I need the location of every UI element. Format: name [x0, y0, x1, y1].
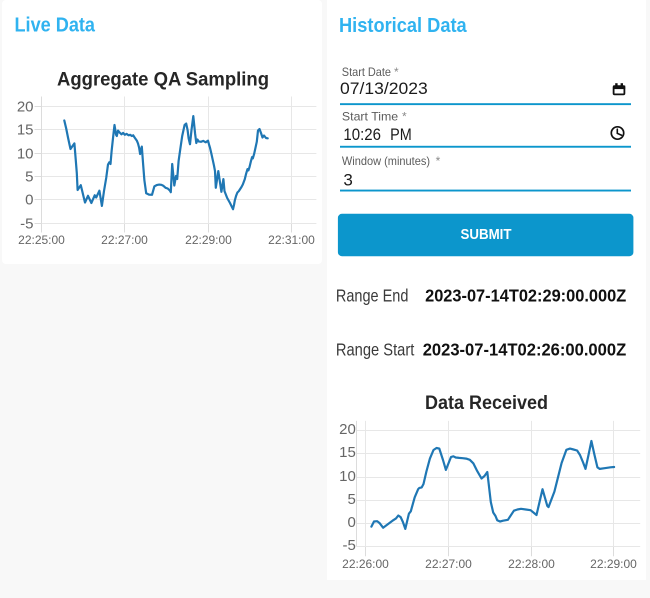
svg-text:2023-07-14T02:26:00.000Z: 2023-07-14T02:26:00.000Z — [423, 340, 627, 360]
svg-text:0: 0 — [347, 514, 355, 531]
svg-text:20: 20 — [339, 421, 356, 438]
svg-text:0: 0 — [25, 191, 33, 208]
svg-text:22:26:00: 22:26:00 — [342, 557, 389, 571]
svg-text:22:27:00: 22:27:00 — [101, 233, 148, 247]
svg-text:-5: -5 — [342, 537, 355, 554]
svg-text:10:26: 10:26 — [343, 125, 381, 144]
svg-text:22:28:00: 22:28:00 — [508, 557, 555, 571]
svg-text:22:27:00: 22:27:00 — [425, 557, 472, 571]
svg-text:Range End: Range End — [336, 286, 409, 306]
svg-text:15: 15 — [339, 444, 356, 461]
svg-text:22:31:00: 22:31:00 — [268, 233, 315, 247]
svg-text:Window (minutes): Window (minutes) — [342, 154, 430, 168]
svg-text:15: 15 — [17, 121, 34, 138]
svg-text:Live Data: Live Data — [15, 14, 96, 37]
svg-text:22:29:00: 22:29:00 — [185, 233, 232, 247]
svg-text:5: 5 — [25, 168, 33, 185]
svg-text:10: 10 — [17, 145, 34, 162]
svg-text:Range Start: Range Start — [336, 340, 415, 360]
svg-text:10: 10 — [339, 468, 356, 485]
svg-text:Data Received: Data Received — [425, 393, 548, 414]
svg-text:SUBMIT: SUBMIT — [461, 226, 512, 243]
svg-text:20: 20 — [17, 98, 34, 115]
svg-text:3: 3 — [343, 170, 352, 189]
svg-text:Aggregate QA Sampling: Aggregate QA Sampling — [57, 69, 269, 90]
svg-text:*: * — [402, 110, 407, 124]
svg-text:07/13/2023: 07/13/2023 — [340, 79, 428, 98]
svg-text:*: * — [394, 65, 399, 79]
svg-text:22:29:00: 22:29:00 — [590, 557, 637, 571]
svg-text:Start Date: Start Date — [342, 65, 391, 79]
svg-text:22:25:00: 22:25:00 — [18, 233, 65, 247]
svg-text:Historical Data: Historical Data — [339, 14, 467, 37]
svg-text:-5: -5 — [20, 215, 33, 232]
svg-text:*: * — [436, 154, 441, 168]
svg-text:2023-07-14T02:29:00.000Z: 2023-07-14T02:29:00.000Z — [425, 286, 626, 306]
svg-text:Start Time: Start Time — [342, 110, 399, 124]
svg-text:PM: PM — [390, 125, 412, 144]
svg-text:5: 5 — [347, 491, 355, 508]
